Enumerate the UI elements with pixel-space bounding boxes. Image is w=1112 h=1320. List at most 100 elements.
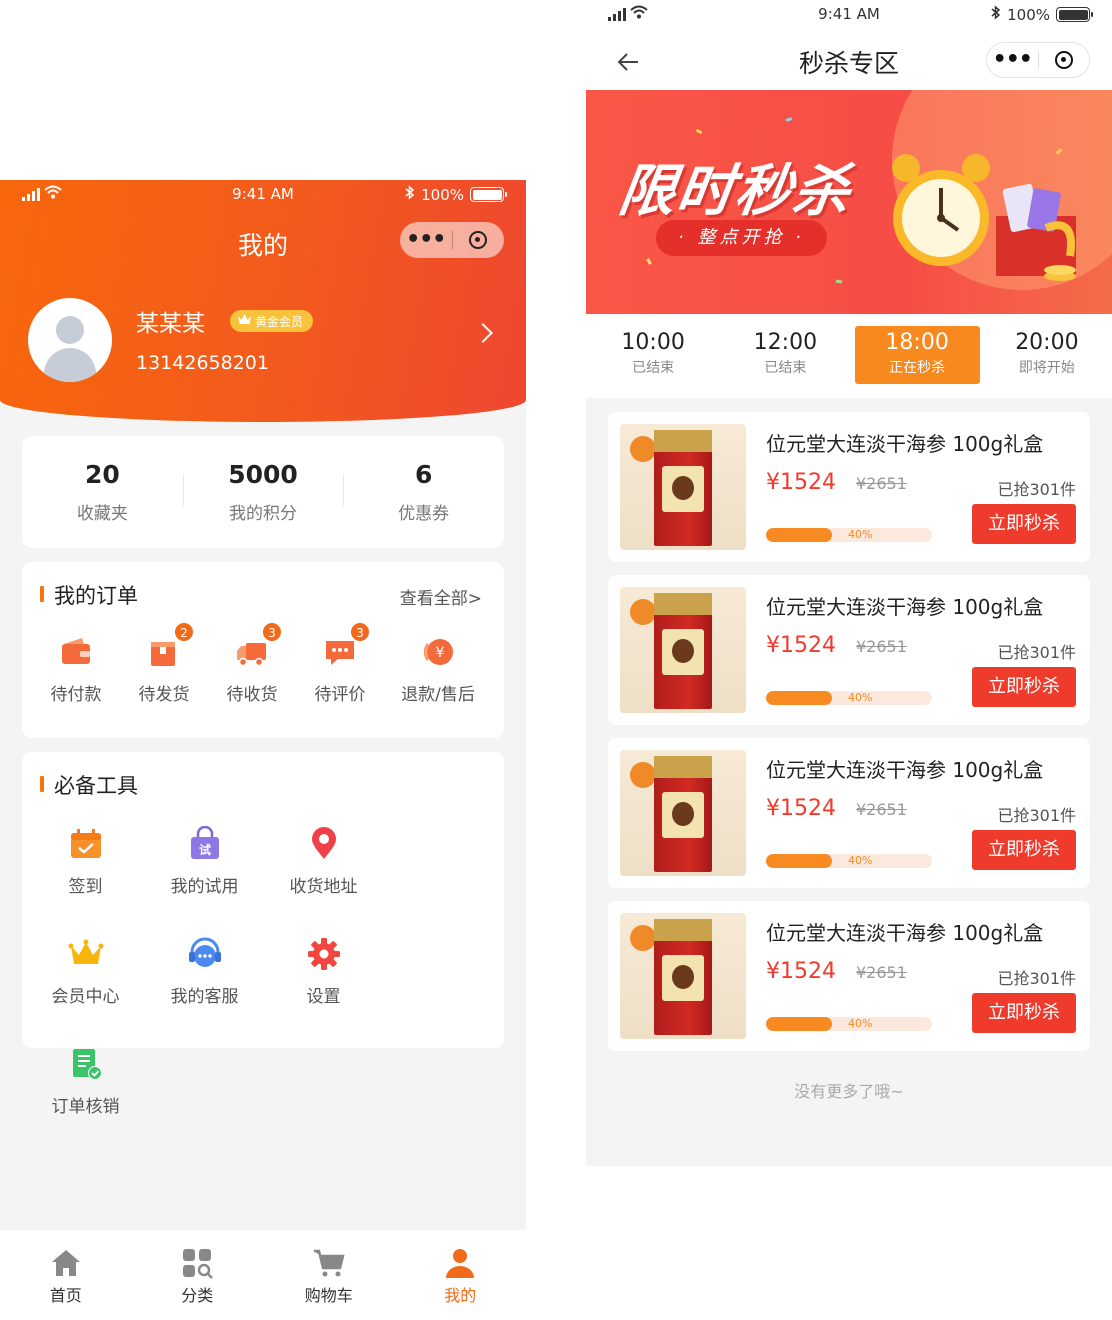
stat-label: 收藏夹: [76, 504, 128, 524]
product-card[interactable]: 位元堂大连淡干海参 100g礼盒 ¥1524 ¥2651 已抢301件 40% …: [608, 412, 1090, 562]
tool-label: 订单核销: [51, 1097, 120, 1117]
tools-card: 必备工具 签到 试 我的试用 收货地址 会员中心 我的客服 设置 订单核销: [22, 752, 504, 1117]
time-slot-tabs: 10:00 已结束 12:00 已结束 18:00 正在秒杀 20:00 即将开…: [586, 314, 1112, 398]
buy-now-button[interactable]: 立即秒杀: [972, 667, 1076, 707]
tool-label: 收货地址: [289, 877, 358, 897]
order-label: 待评价: [314, 685, 366, 705]
tab-label: 购物车: [304, 1286, 353, 1305]
product-original-price: ¥2651: [856, 800, 907, 819]
profile-screen: 9:41 AM 100% 我的 ••• 某某某 黄金会员 13142658201…: [0, 180, 526, 1320]
stat-value: 20: [84, 460, 120, 489]
trial-bag-icon: 试: [187, 825, 223, 862]
tool-settings[interactable]: 设置: [264, 936, 383, 1046]
more-options-icon[interactable]: •••: [987, 49, 1038, 71]
stat-coupons[interactable]: 6 优惠券: [343, 460, 504, 524]
order-label: 退款/售后: [401, 685, 475, 705]
tool-label: 我的客服: [170, 987, 239, 1007]
product-sold-count: 已抢301件: [997, 806, 1076, 825]
order-pending-shipment[interactable]: 2 待发货: [120, 622, 208, 705]
wallet-icon: [58, 634, 94, 670]
slot-time: 10:00: [621, 330, 685, 355]
mini-program-capsule: •••: [986, 42, 1090, 78]
status-bar: 9:41 AM 100%: [0, 180, 526, 210]
tool-address[interactable]: 收货地址: [264, 826, 383, 936]
time-slot-1000[interactable]: 10:00 已结束: [588, 326, 718, 384]
buy-now-button[interactable]: 立即秒杀: [972, 504, 1076, 544]
category-icon: [180, 1246, 214, 1280]
tab-label: 首页: [49, 1286, 82, 1305]
order-count-badge: 2: [174, 622, 194, 642]
orders-card: 我的订单 查看全部> 待付款 2 待发货 3 待收货 3 待评价 ¥ 退款/售后: [22, 562, 504, 738]
more-options-icon[interactable]: •••: [400, 229, 452, 251]
tool-customer-service[interactable]: 我的客服: [145, 936, 264, 1046]
product-original-price: ¥2651: [856, 474, 907, 493]
time-slot-1800[interactable]: 18:00 正在秒杀: [854, 326, 980, 384]
bottom-tab-bar: 首页 分类 购物车 我的: [0, 1230, 526, 1320]
alarm-clock-icon: [886, 148, 996, 282]
product-image: [620, 750, 746, 876]
member-badge: 黄金会员: [230, 310, 314, 332]
tool-label: 我的试用: [170, 877, 239, 897]
tool-checkin[interactable]: 签到: [26, 826, 145, 936]
headset-icon: [187, 936, 223, 972]
stat-points[interactable]: 5000 我的积分: [182, 460, 344, 524]
product-image: [620, 913, 746, 1039]
product-card[interactable]: 位元堂大连淡干海参 100g礼盒 ¥1524 ¥2651 已抢301件 40% …: [608, 738, 1090, 888]
product-name: 位元堂大连淡干海参 100g礼盒: [766, 432, 1044, 456]
stat-favorites[interactable]: 20 收藏夹: [22, 460, 183, 524]
stat-value: 5000: [228, 460, 298, 489]
flash-sale-screen: 9:41 AM 100% 秒杀专区 ••• 限时秒杀 · 整点开抢 · 10:0…: [586, 0, 1112, 1166]
tab-mine[interactable]: 我的: [395, 1230, 527, 1320]
calendar-check-icon: [68, 826, 104, 862]
location-pin-icon: [306, 826, 342, 862]
product-card[interactable]: 位元堂大连淡干海参 100g礼盒 ¥1524 ¥2651 已抢301件 40% …: [608, 575, 1090, 725]
slot-time: 20:00: [1015, 330, 1079, 355]
slot-status: 已结束: [764, 360, 807, 376]
order-pending-receipt[interactable]: 3 待收货: [208, 622, 296, 705]
avatar[interactable]: [28, 298, 112, 382]
time-slot-1200[interactable]: 12:00 已结束: [720, 326, 850, 384]
close-mini-program-icon[interactable]: [1039, 51, 1090, 69]
section-title: 我的订单: [40, 580, 138, 610]
buy-now-button[interactable]: 立即秒杀: [972, 993, 1076, 1033]
time-slot-2000[interactable]: 20:00 即将开始: [982, 326, 1112, 384]
battery-icon: [1056, 7, 1093, 22]
order-pending-payment[interactable]: 待付款: [32, 634, 120, 705]
order-pending-review[interactable]: 3 待评价: [296, 622, 384, 705]
order-count-badge: 3: [350, 622, 370, 642]
tab-home[interactable]: 首页: [0, 1230, 132, 1320]
product-image: [620, 587, 746, 713]
bluetooth-icon: [991, 5, 1001, 24]
slot-status: 即将开始: [1018, 360, 1075, 376]
tool-trial[interactable]: 试 我的试用: [145, 825, 264, 936]
product-sold-count: 已抢301件: [997, 969, 1076, 988]
slot-time: 12:00: [753, 330, 818, 355]
bluetooth-icon: [405, 185, 415, 204]
banner-subline: · 整点开抢 ·: [656, 220, 827, 256]
tab-category[interactable]: 分类: [132, 1230, 264, 1320]
tool-label: 会员中心: [51, 987, 120, 1007]
tool-label: 设置: [306, 987, 341, 1007]
close-mini-program-icon[interactable]: [453, 231, 505, 249]
product-sold-count: 已抢301件: [997, 480, 1076, 499]
product-name: 位元堂大连淡干海参 100g礼盒: [766, 595, 1044, 619]
product-sold-count: 已抢301件: [997, 643, 1076, 662]
buy-now-button[interactable]: 立即秒杀: [972, 830, 1076, 870]
product-original-price: ¥2651: [856, 637, 907, 656]
product-price: ¥1524: [766, 470, 836, 495]
view-all-orders-link[interactable]: 查看全部>: [400, 584, 482, 609]
tool-member-center[interactable]: 会员中心: [26, 936, 145, 1046]
refund-icon: ¥: [420, 634, 456, 670]
product-price: ¥1524: [766, 796, 836, 821]
order-label: 待发货: [138, 685, 190, 705]
order-refund-aftersale[interactable]: ¥ 退款/售后: [384, 634, 492, 705]
tab-cart[interactable]: 购物车: [263, 1230, 395, 1320]
no-more-text: 没有更多了哦~: [794, 1082, 904, 1101]
svg-text:¥: ¥: [436, 645, 445, 661]
product-card[interactable]: 位元堂大连淡干海参 100g礼盒 ¥1524 ¥2651 已抢301件 40% …: [608, 901, 1090, 1051]
stat-value: 6: [414, 460, 433, 489]
crown-icon: [238, 314, 251, 328]
home-icon: [49, 1246, 83, 1280]
tool-order-verify[interactable]: 订单核销: [26, 1046, 145, 1156]
product-name: 位元堂大连淡干海参 100g礼盒: [766, 758, 1044, 782]
